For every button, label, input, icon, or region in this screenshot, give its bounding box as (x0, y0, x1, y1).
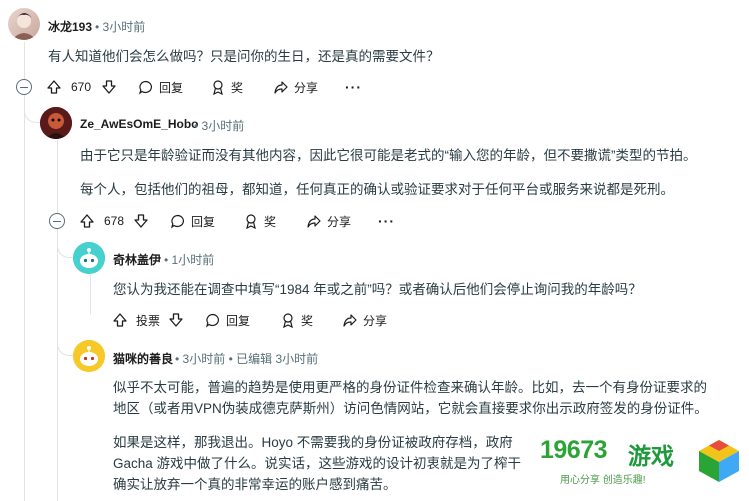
upvote-arrow-icon (80, 214, 94, 228)
reply-bubble-icon (206, 313, 219, 328)
comment-body: 每个人，包括他们的祖母，都知道，任何真正的确认或验证要求对于任何平台或服务来说都… (80, 182, 674, 197)
share-button[interactable]: 分享 (342, 310, 387, 330)
snoo-avatar-icon (73, 242, 105, 274)
downvote-arrow-icon (134, 214, 148, 228)
snoo-avatar-icon (73, 340, 105, 372)
comment-meta: • 3小时前 (194, 119, 245, 133)
timestamp: 3小时前 (182, 352, 226, 366)
comment-meta: • 3小时前 (95, 20, 146, 34)
share-icon (343, 314, 357, 327)
avatar[interactable] (40, 107, 72, 139)
share-button[interactable]: 分享 (306, 211, 351, 231)
award-label: 奖 (301, 313, 314, 328)
downvote-arrow-icon (169, 313, 183, 327)
downvote-arrow-icon (102, 80, 116, 94)
downvote-button[interactable] (101, 77, 117, 97)
username[interactable]: 奇林盖伊 (113, 251, 161, 268)
comment-body: 如果是这样，那我退出。Hoyo 不需要我的身份证被政府存档，政府 (113, 435, 513, 450)
timestamp: 1小时前 (171, 253, 215, 267)
vote-count: 670 (71, 80, 92, 94)
more-options-button[interactable]: ··· (378, 213, 395, 229)
watermark-text: 游戏 (628, 443, 674, 469)
comment-body: 有人知道他们会怎么做吗？只是问你的生日，还是真的需要文件？ (48, 49, 440, 64)
vote-count: 678 (104, 214, 125, 228)
award-label: 奖 (264, 214, 277, 229)
award-button[interactable]: 奖 (210, 77, 243, 97)
comment-body: Gacha 游戏中做了什么。说实话，这些游戏的设计初衷就是为了榨干 (113, 456, 522, 471)
upvote-arrow-icon (47, 80, 61, 94)
share-button[interactable]: 分享 (273, 77, 318, 97)
watermark-cube-logo-icon (699, 440, 739, 482)
reply-button[interactable]: 回复 (170, 211, 215, 231)
reply-button[interactable]: 回复 (205, 310, 250, 330)
thread-line-level3 (90, 274, 91, 314)
avatar[interactable] (73, 242, 105, 274)
comment-body: 似乎不太可能，普遍的趋势是使用更严格的身份证件检查来确认年龄。比如，去一个有身份… (113, 380, 707, 395)
reply-button[interactable]: 回复 (138, 77, 183, 97)
share-icon (274, 81, 288, 94)
comment-body: 您认为我还能在调查中填写“1984 年或之前”吗？或者确认后他们会停止询问我的年… (113, 282, 642, 297)
collapse-thread-button[interactable] (49, 213, 65, 229)
downvote-button[interactable] (168, 310, 184, 330)
reply-bubble-icon (171, 214, 184, 229)
downvote-button[interactable] (133, 211, 149, 231)
thread-elbow-3 (57, 258, 77, 356)
timestamp: 3小时前 (102, 20, 146, 34)
comment-body: 确实让放弃一个真的非常幸运的账户感到痛苦。 (113, 477, 397, 492)
watermark: 19673 游戏 用心分享 创造乐趣! (530, 428, 749, 501)
award-button[interactable]: 奖 (280, 310, 313, 330)
comment-body: 由于它只是年龄验证而没有其他内容，因此它很可能是老式的“输入您的年龄，但不要撒谎… (80, 148, 697, 163)
username[interactable]: 冰龙193 (48, 18, 92, 35)
award-icon (213, 80, 223, 95)
avatar[interactable] (73, 340, 105, 372)
award-label: 奖 (231, 80, 244, 95)
upvote-arrow-icon (113, 313, 127, 327)
timestamp: 3小时前 (201, 119, 245, 133)
reply-label: 回复 (226, 313, 251, 328)
edited-label: 已编辑 3小时前 (236, 352, 319, 366)
avatar[interactable] (8, 8, 40, 40)
award-icon (246, 214, 256, 229)
more-options-button[interactable]: ··· (345, 79, 362, 95)
comment-meta: • 1小时前 (164, 253, 215, 267)
upvote-button[interactable] (46, 77, 62, 97)
username[interactable]: Ze_AwEsOmE_Hobo (80, 117, 198, 131)
vote-label: 投票 (136, 313, 161, 328)
award-icon (283, 313, 293, 328)
collapse-thread-button[interactable] (16, 79, 32, 95)
comment-meta: • 3小时前 • 已编辑 3小时前 (175, 352, 319, 366)
username[interactable]: 猫咪的善良 (113, 350, 173, 367)
share-icon (307, 215, 321, 228)
comment-body: 地区（或者用VPN伪装成德克萨斯州）访问色情网站，它就会直接要求你出示政府签发的… (113, 401, 708, 416)
upvote-button[interactable] (79, 211, 95, 231)
share-label: 分享 (327, 214, 352, 229)
share-label: 分享 (294, 80, 319, 95)
reply-bubble-icon (139, 80, 152, 95)
upvote-button[interactable] (112, 310, 128, 330)
avatar-image-icon (12, 13, 36, 40)
watermark-number: 19673 (540, 436, 608, 464)
award-button[interactable]: 奖 (243, 211, 276, 231)
share-label: 分享 (363, 313, 388, 328)
avatar-image-icon (40, 107, 72, 139)
reply-label: 回复 (159, 80, 184, 95)
reply-label: 回复 (191, 214, 216, 229)
watermark-slogan: 用心分享 创造乐趣! (560, 475, 646, 486)
